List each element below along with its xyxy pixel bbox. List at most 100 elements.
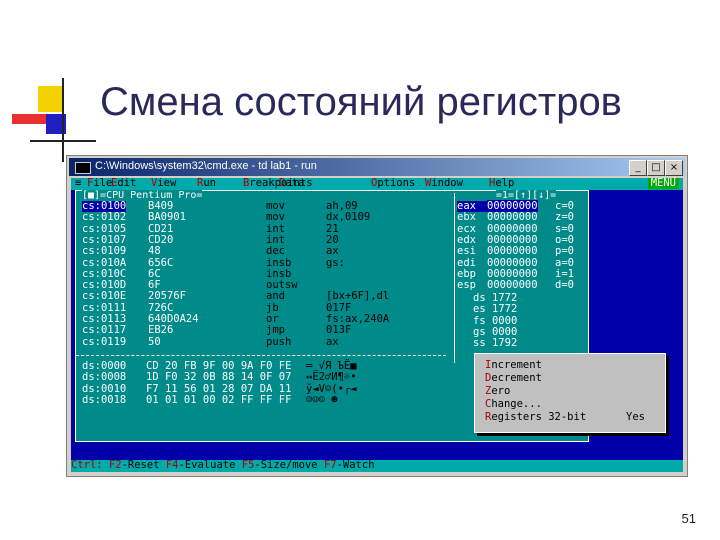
- status-text: -Reset: [121, 459, 166, 471]
- dump-text: ☺☺☺ ☻: [306, 393, 357, 406]
- code-bytes: 50: [148, 335, 161, 348]
- register-value: 00000000: [487, 211, 538, 224]
- menu-options[interactable]: Options: [371, 178, 415, 189]
- register-name: ebx: [457, 211, 476, 224]
- window-title: C:\Windows\system32\cmd.exe - td lab1 - …: [95, 160, 317, 172]
- code-line[interactable]: cs:010C 6C insb: [76, 268, 446, 280]
- code-operands: 013F: [326, 324, 352, 337]
- code-operands: dx,0109: [326, 211, 371, 224]
- maximize-button[interactable]: □: [647, 160, 665, 176]
- code-operands: ax: [326, 335, 339, 348]
- code-line[interactable]: cs:0105 CD21 int 21: [76, 223, 446, 235]
- status-key: F5: [241, 459, 255, 471]
- segment-value: 0000: [491, 314, 518, 327]
- code-line[interactable]: cs:0107 CD20 int 20: [76, 234, 446, 246]
- flag-z[interactable]: z=0: [555, 211, 574, 223]
- menu-system[interactable]: ≡: [75, 178, 81, 189]
- dump-address: ds:0008: [82, 371, 127, 384]
- segment-name: fs: [473, 314, 486, 327]
- code-address: cs:0109: [82, 245, 127, 258]
- code-line[interactable]: cs:010D 6F outsw: [76, 279, 446, 291]
- popup-value: Yes: [626, 411, 645, 423]
- td-menubar: ≡ File Edit View Run Breakpoints Data Options W…: [71, 178, 683, 190]
- register-context-menu[interactable]: Increment Decrement Zero Change... Registers…: [474, 353, 666, 433]
- code-line[interactable]: cs:0100 B409 mov ah,09: [76, 200, 446, 213]
- menu-data[interactable]: Data: [279, 178, 304, 189]
- popup-item-zero[interactable]: Zero: [485, 385, 655, 397]
- console-area[interactable]: ≡ File Edit View Run Breakpoints Data Options W…: [71, 178, 683, 472]
- code-line[interactable]: cs:0111 726C jb 017F: [76, 302, 446, 314]
- decor-yellow-square: [38, 86, 64, 112]
- menu-view[interactable]: View: [151, 178, 176, 189]
- decor-horizontal-line: [30, 140, 96, 142]
- dump-bytes: 01 01 01 00 02 FF FF FF: [146, 393, 292, 406]
- cmd-window: C:\Windows\system32\cmd.exe - td lab1 - …: [66, 155, 688, 477]
- flag-d[interactable]: d=0: [555, 279, 574, 291]
- cmd-icon: [75, 162, 91, 174]
- code-mnemonic: push: [266, 335, 292, 348]
- menu-edit[interactable]: Edit: [111, 178, 136, 189]
- register-pane[interactable]: eax 00000000 ebx 00000000 ecx 00000000 edx 0000…: [454, 193, 581, 363]
- code-mnemonic: and: [266, 290, 285, 303]
- segment-name: ds: [473, 292, 486, 304]
- dump-line[interactable]: ds:0018 01 01 01 00 02 FF FF FF ☺☺☺ ☻: [76, 393, 446, 406]
- dump-line[interactable]: ds:0008 1D F0 32 0B 88 14 0F 07 ↔Ё2♂И¶☼•: [76, 371, 446, 384]
- code-operands: ax: [326, 245, 339, 258]
- segment-name: ss: [473, 337, 486, 350]
- dump-text: ↔Ё2♂И¶☼•: [306, 371, 357, 384]
- code-mnemonic: jmp: [266, 324, 285, 337]
- register-value: 00000000: [487, 256, 538, 269]
- popup-item-decrement[interactable]: Decrement: [485, 372, 655, 384]
- menu-label-text: indow: [431, 178, 463, 189]
- code-mnemonic: mov: [266, 211, 285, 224]
- menu-help[interactable]: Help: [489, 178, 514, 189]
- code-line[interactable]: cs:0117 EB26 jmp 013F: [76, 324, 446, 337]
- register-esp[interactable]: esp 00000000: [457, 279, 538, 292]
- popup-item-increment[interactable]: Increment: [485, 359, 655, 371]
- code-line[interactable]: cs:010A 656C insb gs:: [76, 257, 446, 269]
- menu-label-text: un: [203, 178, 216, 189]
- status-key: F4: [165, 459, 179, 471]
- menu-window[interactable]: Window: [425, 178, 463, 189]
- segment-value: 0000: [491, 325, 518, 338]
- status-bar: Ctrl: F2-Reset F4-Evaluate F5-Size/move …: [71, 459, 683, 472]
- code-line[interactable]: cs:0109 48 dec ax: [76, 245, 446, 258]
- code-line[interactable]: cs:010E 20576F and [bx+6F],dl: [76, 290, 446, 303]
- page-number: 51: [681, 511, 696, 526]
- segment-name: gs: [473, 325, 486, 338]
- status-text: -Watch: [336, 459, 375, 471]
- status-key: F2: [108, 459, 122, 471]
- menu-run[interactable]: Run: [197, 178, 216, 189]
- register-value: 00000000: [487, 245, 538, 258]
- dump-line[interactable]: ds:0010 F7 11 56 01 28 07 DA 11 ў◄V☺(•┌◄: [76, 383, 446, 395]
- slide-title: Смена состояний регистров: [100, 80, 622, 124]
- popup-item-change[interactable]: Change...: [485, 398, 655, 410]
- menu-label-text: ata: [285, 178, 305, 189]
- status-key: Ctrl:: [71, 459, 103, 471]
- popup-item-registers-32-bit[interactable]: Registers 32-bit Yes: [485, 411, 655, 423]
- dump-address: ds:0018: [82, 393, 127, 406]
- code-line[interactable]: cs:0119 50 push ax: [76, 335, 446, 348]
- menu-file[interactable]: File: [87, 178, 112, 189]
- close-button[interactable]: ×: [665, 160, 683, 176]
- menu-label-text: ile: [93, 178, 113, 189]
- segment-value: 1772: [491, 303, 518, 316]
- code-line[interactable]: cs:0102 BA0901 mov dx,0109: [76, 211, 446, 224]
- code-line[interactable]: cs:0113 640D0A24 or fs:ax,240A: [76, 313, 446, 325]
- window-titlebar[interactable]: C:\Windows\system32\cmd.exe - td lab1 - …: [69, 158, 685, 176]
- register-value: 00000000: [487, 200, 538, 212]
- status-text: -Size/move: [254, 459, 324, 471]
- code-address: cs:0102: [82, 211, 127, 224]
- menu-label-text: dit: [117, 178, 137, 189]
- code-bytes: BA0901: [148, 211, 186, 224]
- decor-vertical-line: [62, 78, 64, 162]
- popup-label: ero: [491, 385, 511, 397]
- popup-label: ecrement: [491, 372, 542, 384]
- segment-ss[interactable]: ss 1792: [473, 338, 517, 349]
- popup-label: hange...: [491, 398, 542, 410]
- register-name: esp: [457, 279, 476, 292]
- minimize-button[interactable]: _: [629, 160, 647, 176]
- code-bytes: 20576F: [148, 290, 186, 303]
- flag-p[interactable]: p=0: [555, 245, 574, 257]
- menu-label-text: iew: [157, 178, 177, 189]
